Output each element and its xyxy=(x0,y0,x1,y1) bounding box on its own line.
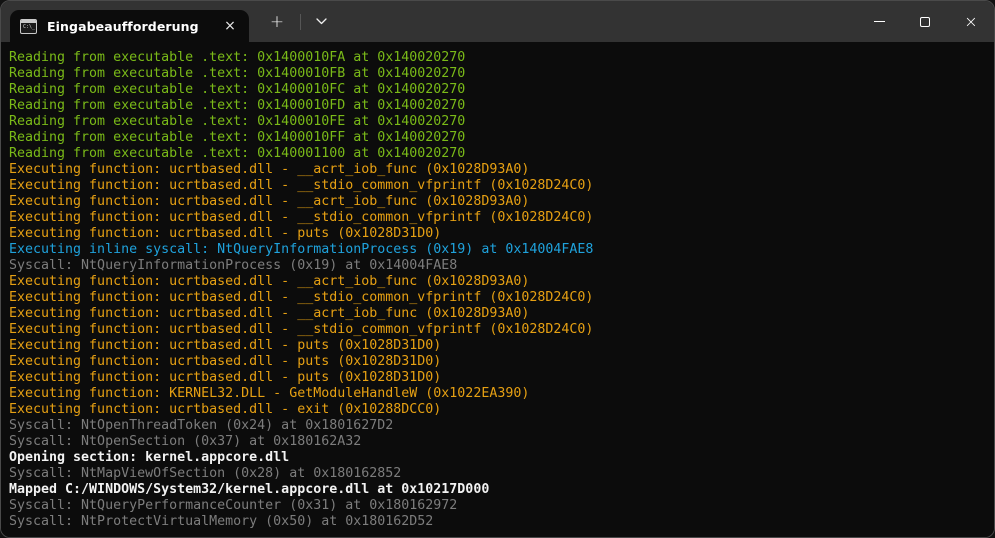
close-button[interactable]: × xyxy=(948,1,994,42)
terminal-line: Syscall: NtQueryInformationProcess (0x19… xyxy=(9,258,986,274)
tab-close-button[interactable]: × xyxy=(219,15,241,37)
terminal-line: Executing function: ucrtbased.dll - puts… xyxy=(9,370,986,386)
terminal-line: Executing function: ucrtbased.dll - __ac… xyxy=(9,162,986,178)
terminal-line: Syscall: NtOpenThreadToken (0x24) at 0x1… xyxy=(9,418,986,434)
terminal-line: Reading from executable .text: 0x1400010… xyxy=(9,66,986,82)
terminal-line: Syscall: NtOpenSection (0x37) at 0x18016… xyxy=(9,434,986,450)
tab-title: Eingabeaufforderung xyxy=(47,19,219,34)
close-icon: × xyxy=(964,14,977,30)
terminal-line: Reading from executable .text: 0x1400011… xyxy=(9,146,986,162)
chevron-down-icon xyxy=(316,18,327,25)
minimize-icon xyxy=(874,21,885,22)
titlebar[interactable]: Eingabeaufforderung × + × xyxy=(1,1,994,42)
terminal-line: Executing function: ucrtbased.dll - __st… xyxy=(9,322,986,338)
titlebar-drag-area[interactable] xyxy=(335,1,856,42)
terminal-output[interactable]: Reading from executable .text: 0x1400010… xyxy=(1,42,994,538)
terminal-line: Syscall: NtProtectVirtualMemory (0x50) a… xyxy=(9,514,986,530)
terminal-line: Executing function: KERNEL32.DLL - GetMo… xyxy=(9,386,986,402)
terminal-line: Executing function: ucrtbased.dll - puts… xyxy=(9,354,986,370)
terminal-line: Executing function: ucrtbased.dll - __ac… xyxy=(9,274,986,290)
terminal-line: Executing function: ucrtbased.dll - __ac… xyxy=(9,306,986,322)
terminal-line: Reading from executable .text: 0x1400010… xyxy=(9,114,986,130)
terminal-line: Reading from executable .text: 0x1400010… xyxy=(9,50,986,66)
tab-dropdown-button[interactable] xyxy=(307,9,335,35)
terminal-line: Executing inline syscall: NtQueryInforma… xyxy=(9,242,986,258)
terminal-line: Reading from executable .text: 0x1400010… xyxy=(9,82,986,98)
terminal-line: Syscall: NtMapViewOfSection (0x28) at 0x… xyxy=(9,466,986,482)
maximize-icon xyxy=(920,17,930,27)
terminal-line: Executing function: ucrtbased.dll - __ac… xyxy=(9,194,986,210)
terminal-window: Eingabeaufforderung × + × Reading from e… xyxy=(0,0,995,538)
terminal-line: Executing function: ucrtbased.dll - puts… xyxy=(9,338,986,354)
terminal-line: Executing function: ucrtbased.dll - __st… xyxy=(9,178,986,194)
terminal-line: Executing function: ucrtbased.dll - __st… xyxy=(9,210,986,226)
terminal-line: Reading from executable .text: 0x1400010… xyxy=(9,98,986,114)
tab-eingabeaufforderung[interactable]: Eingabeaufforderung × xyxy=(10,10,249,42)
terminal-line: Reading from executable .text: 0x1400010… xyxy=(9,130,986,146)
terminal-line: Executing function: ucrtbased.dll - puts… xyxy=(9,226,986,242)
maximize-button[interactable] xyxy=(902,1,948,42)
terminal-line: Opening section: kernel.appcore.dll xyxy=(9,450,986,466)
terminal-line: Syscall: NtQueryPerformanceCounter (0x31… xyxy=(9,498,986,514)
terminal-line: Executing function: ucrtbased.dll - exit… xyxy=(9,402,986,418)
minimize-button[interactable] xyxy=(856,1,902,42)
cmd-prompt-icon xyxy=(20,19,37,34)
terminal-line: Executing function: ucrtbased.dll - __st… xyxy=(9,290,986,306)
terminal-line: Mapped C:/WINDOWS/System32/kernel.appcor… xyxy=(9,482,986,498)
new-tab-button[interactable]: + xyxy=(262,9,292,35)
tabbar-divider xyxy=(300,14,301,30)
